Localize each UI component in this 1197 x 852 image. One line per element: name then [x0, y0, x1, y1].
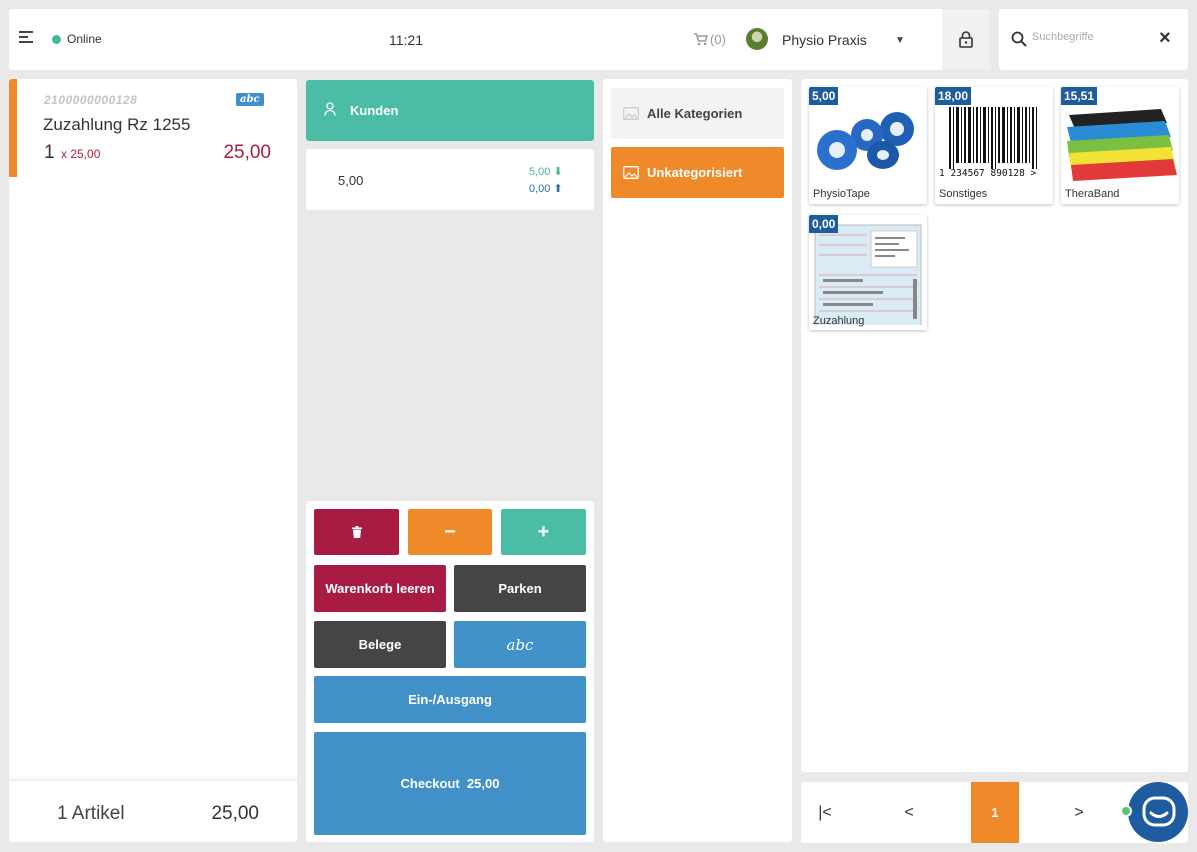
category-label: Unkategorisiert	[647, 165, 743, 180]
product-name: Zuzahlung	[813, 315, 865, 327]
product-tile-physiotape[interactable]: 5,00 PhysioTape	[809, 87, 927, 204]
free-text-button[interactable]: abc	[454, 621, 586, 668]
next-page-button[interactable]: >	[1055, 782, 1103, 843]
search-input[interactable]	[1032, 31, 1142, 43]
category-uncategorized[interactable]: Unkategorisiert	[611, 147, 784, 198]
user-icon	[324, 102, 336, 116]
product-tile-theraband[interactable]: 15,51 TheraBand	[1061, 87, 1179, 204]
product-name: TheraBand	[1065, 188, 1120, 200]
clear-cart-button[interactable]: Warenkorb leeren	[314, 565, 446, 612]
close-icon[interactable]: ×	[1159, 27, 1171, 50]
product-tile-sonstiges[interactable]: 1 234567 890128 > 18,00 Sonstiges	[935, 87, 1053, 204]
menu-icon[interactable]	[19, 31, 35, 47]
caret-down-icon[interactable]: ▼	[895, 35, 905, 46]
item-barcode: 2100000000128	[44, 93, 138, 107]
first-page-button[interactable]: |<	[801, 782, 849, 843]
cart-count: (0)	[710, 32, 726, 47]
cart-total: 25,00	[211, 803, 259, 824]
product-tile-zuzahlung[interactable]: 0,00 Zuzahlung	[809, 215, 927, 330]
customer-button[interactable]: Kunden	[306, 80, 594, 141]
selected-indicator	[9, 79, 17, 177]
cart-footer: 1 Artikel 25,00	[9, 780, 297, 842]
cart-indicator[interactable]: (0)	[694, 32, 726, 47]
product-price: 0,00	[809, 215, 839, 233]
chat-icon	[1142, 796, 1176, 827]
barcode-text: 1 234567 890128 >	[939, 168, 1037, 179]
trash-icon	[351, 526, 362, 538]
lock-icon	[959, 31, 973, 48]
image-icon	[623, 166, 639, 179]
user-name[interactable]: Physio Praxis	[782, 32, 867, 48]
online-status-label: Online	[67, 32, 102, 46]
arrow-up-icon: ⬆	[553, 183, 563, 195]
category-label: Alle Kategorien	[647, 106, 743, 121]
prev-page-button[interactable]: <	[885, 782, 933, 843]
current-page[interactable]: 1	[971, 782, 1019, 843]
avatar[interactable]	[746, 28, 768, 50]
products-panel: 5,00 PhysioTape 1 234567 890128 > 18,00 …	[801, 79, 1188, 772]
checkout-button[interactable]: Checkout 25,00	[314, 732, 586, 835]
payment-given: 5,00 ⬇	[529, 165, 563, 178]
payment-summary[interactable]: 5,00 5,00 ⬇ 0,00 ⬆	[306, 149, 594, 210]
action-pad: − + Warenkorb leeren Parken Belege abc E…	[306, 501, 594, 842]
image-icon	[623, 107, 639, 120]
top-bar: Online 11:21 (0) Physio Praxis ▼	[9, 9, 990, 70]
online-status-icon	[52, 35, 61, 44]
product-price: 5,00	[809, 87, 839, 105]
payment-change-value: 0,00	[529, 183, 551, 195]
product-price: 18,00	[935, 87, 972, 105]
item-quantity: 1	[44, 142, 55, 163]
product-price: 15,51	[1061, 87, 1098, 105]
cash-in-out-button[interactable]: Ein-/Ausgang	[314, 676, 586, 723]
payment-given-value: 5,00	[529, 166, 551, 178]
customer-label: Kunden	[350, 103, 399, 118]
item-total: 25,00	[223, 142, 271, 163]
product-name: PhysioTape	[813, 188, 870, 200]
chat-online-indicator	[1120, 805, 1132, 817]
payment-amount: 5,00	[338, 173, 364, 188]
chat-button[interactable]	[1128, 782, 1188, 842]
cart-line-item[interactable]: 2100000000128 abc Zuzahlung Rz 1255 1 x …	[9, 79, 297, 177]
receipts-button[interactable]: Belege	[314, 621, 446, 668]
payment-change: 0,00 ⬆	[529, 182, 563, 195]
clock: 11:21	[389, 32, 423, 48]
decrease-button[interactable]: −	[408, 509, 492, 555]
lock-button[interactable]	[942, 9, 990, 70]
search-bar: ×	[999, 9, 1188, 70]
search-icon	[1011, 31, 1027, 47]
item-unit-price: x 25,00	[61, 147, 101, 161]
cart-article-count: 1 Artikel	[57, 803, 125, 824]
product-name: Sonstiges	[939, 188, 988, 200]
cart-panel: 2100000000128 abc Zuzahlung Rz 1255 1 x …	[9, 79, 297, 842]
cart-icon	[694, 33, 708, 46]
park-button[interactable]: Parken	[454, 565, 586, 612]
free-text-badge[interactable]: abc	[236, 93, 264, 106]
increase-button[interactable]: +	[501, 509, 586, 555]
categories-panel: Alle Kategorien Unkategorisiert	[603, 79, 792, 842]
item-name: Zuzahlung Rz 1255	[43, 115, 191, 134]
arrow-down-icon: ⬇	[553, 166, 563, 178]
category-all[interactable]: Alle Kategorien	[611, 88, 784, 139]
delete-button[interactable]	[314, 509, 399, 555]
